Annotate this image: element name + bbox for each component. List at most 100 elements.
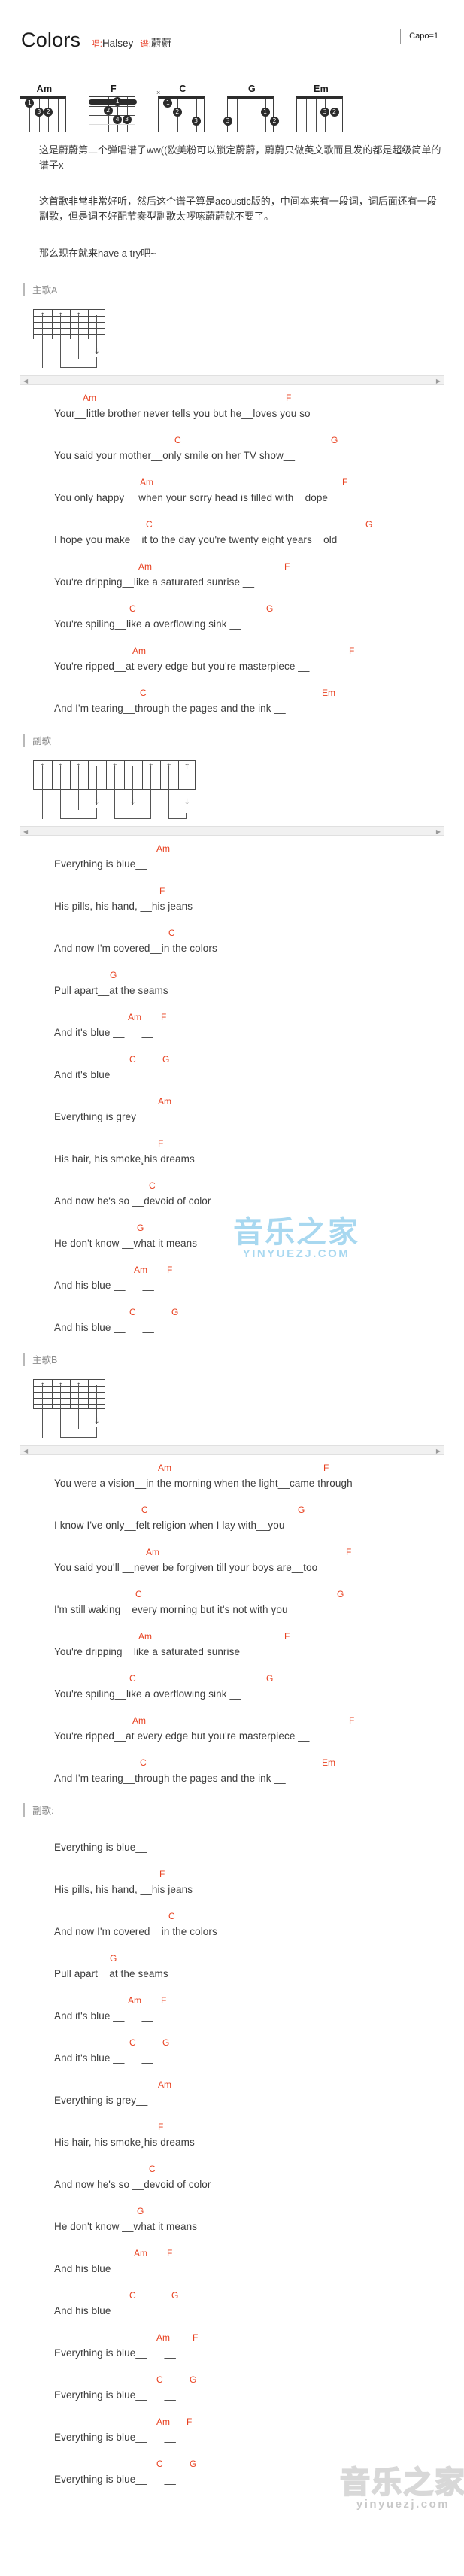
beat-group-bracket xyxy=(114,812,150,819)
upstroke-arrow-icon: ↑ xyxy=(39,1381,46,1390)
chord-symbol: Am xyxy=(158,1095,171,1107)
strumming-pattern-chorus: ↑↑↑↑↑↑↑↓↓↓ xyxy=(33,759,464,819)
lyric-text: Everything is blue__ __ xyxy=(54,2347,176,2359)
lyric-line: Am Everything is grey__ xyxy=(0,2078,464,2120)
chord-symbol: G xyxy=(365,518,373,530)
chord-row: Am F xyxy=(0,475,464,491)
chord-symbol: Am xyxy=(128,1011,141,1022)
lyric-text: You were a vision__in the morning when t… xyxy=(54,1477,353,1489)
finger-dot: 2 xyxy=(103,106,113,115)
lyric-block: Am F You were a vision__in the morning whe… xyxy=(0,1461,464,1798)
lyric-text: You're dripping__like a saturated sunris… xyxy=(54,1645,255,1657)
chord-symbol: G xyxy=(162,1053,170,1065)
section-accent-bar xyxy=(23,1352,25,1366)
chord-diagram-label: G xyxy=(247,84,256,94)
chord-symbol: C xyxy=(129,2037,136,2048)
horizontal-scrollbar[interactable]: ◀ ▶ xyxy=(20,1444,444,1455)
chord-row: Am F xyxy=(0,1545,464,1560)
singer-name: Halsey xyxy=(102,38,134,49)
chord-symbol: C xyxy=(129,603,136,614)
section-label-text: 副歌 xyxy=(32,736,52,747)
chord-symbol: C xyxy=(141,1504,148,1515)
beat-tick xyxy=(42,1426,43,1438)
chord-row: CG xyxy=(0,1305,464,1320)
lyric-line: C And now I'm covered__in the colors xyxy=(0,1909,464,1952)
chord-diagram-label: C xyxy=(179,84,187,94)
chord-symbol: Am xyxy=(83,392,96,403)
scroll-left-icon[interactable]: ◀ xyxy=(23,828,28,836)
section-label-text: 主歌A xyxy=(32,285,58,296)
chord-row: C xyxy=(0,1179,464,1194)
finger-dot: 2 xyxy=(44,108,53,117)
description-block: 这是蔚蔚第二个弹唱谱子ww((欧美粉可以锁定蔚蔚，蔚蔚只做英文歌而且发的都是超级… xyxy=(0,132,464,261)
scroll-left-icon[interactable]: ◀ xyxy=(23,1447,28,1455)
finger-dot: 3 xyxy=(320,108,330,117)
lyric-line: C G And it's blue __ __ xyxy=(0,2036,464,2078)
chord-symbol: G xyxy=(331,434,338,445)
chord-symbol: F xyxy=(159,885,165,896)
chord-symbol: C xyxy=(156,2374,163,2385)
chord-symbol: G xyxy=(298,1504,305,1515)
chord-symbol: G xyxy=(137,2205,144,2216)
chord-symbol: C xyxy=(129,1672,136,1684)
horizontal-scrollbar[interactable]: ◀ ▶ xyxy=(20,375,444,385)
downstroke-arrow-icon: ↓ xyxy=(93,347,100,356)
arranger-label: 谱: xyxy=(140,40,151,49)
lyric-line: G Pull apart__at the seams xyxy=(0,968,464,1010)
chord-grid-wrap: 1243 xyxy=(89,96,138,132)
chord-row: C xyxy=(0,2162,464,2177)
fretboard-grid: 132 xyxy=(20,96,66,132)
lyric-text: And it's blue __ __ xyxy=(54,2009,153,2022)
upstroke-arrow-icon: ↑ xyxy=(165,762,172,771)
chord-diagram-c: C × 1 2 3 xyxy=(156,84,208,132)
chord-symbol: C xyxy=(129,2289,136,2301)
lyric-line: C And now I'm covered__in the colors xyxy=(0,926,464,968)
chord-symbol: Am xyxy=(132,645,146,656)
sections-container: 主歌A ↑ ↑ ↑ ↓ ◀ ▶ Am F Your__little brother never t… xyxy=(0,282,464,2499)
chord-symbol: G xyxy=(171,1306,179,1317)
chord-row: CG xyxy=(0,1587,464,1602)
chord-symbol: F xyxy=(161,1011,167,1022)
lyric-text: Everything is grey__ xyxy=(54,1110,148,1122)
lyric-text: Everything is blue__ __ xyxy=(54,2431,176,2443)
lyric-text: His pills, his hand, __his jeans xyxy=(54,900,193,912)
horizontal-scrollbar[interactable]: ◀ ▶ xyxy=(20,825,444,836)
lyric-text: And now I'm covered__in the colors xyxy=(54,1925,217,1937)
fretboard-grid: 1243 xyxy=(89,96,137,132)
chord-symbol: G xyxy=(190,2458,197,2469)
chord-symbol: C xyxy=(146,518,153,530)
chord-row: G xyxy=(0,1952,464,1967)
finger-dot: 3 xyxy=(223,117,232,126)
lyric-block: Am Everything is blue__ F His pills, his ha… xyxy=(0,842,464,1347)
lyric-line: C G Everything is blue__ __ xyxy=(0,2457,464,2499)
scroll-left-icon[interactable]: ◀ xyxy=(23,377,28,385)
lyric-text: I hope you make__it to the day you're tw… xyxy=(54,533,338,545)
lyric-text: Everything is blue__ __ xyxy=(54,2473,176,2485)
lyric-text: And now he's so __devoid of color xyxy=(54,2178,211,2190)
credit-line: 唱:Halsey 谱:蔚蔚 xyxy=(91,35,171,50)
chord-row: Am F xyxy=(0,2246,464,2262)
lyric-line: Am F You're ripped__at every edge but you'… xyxy=(0,1714,464,1756)
mute-string-icon: × xyxy=(156,89,161,96)
lyric-text: Pull apart__at the seams xyxy=(54,1967,168,1979)
lyric-line: Am F Everything is blue__ __ xyxy=(0,2415,464,2457)
chord-diagram-em: Em 3 2 xyxy=(296,84,346,132)
lyric-text: Pull apart__at the seams xyxy=(54,984,168,996)
scroll-right-icon[interactable]: ▶ xyxy=(436,828,441,836)
finger-dot: 2 xyxy=(329,108,339,117)
lyric-text: I know I've only__felt religion when I l… xyxy=(54,1519,285,1531)
description-paragraph: 那么现在就来have a try吧~ xyxy=(39,247,156,259)
upstroke-arrow-icon: ↑ xyxy=(75,311,82,320)
downstroke-arrow-icon: ↓ xyxy=(183,797,190,807)
lyric-line: Everything is blue__ xyxy=(0,1825,464,1867)
chord-row: Am F xyxy=(0,2415,464,2430)
scroll-right-icon[interactable]: ▶ xyxy=(436,377,441,385)
chord-row: Am F xyxy=(0,391,464,406)
chord-symbol: C xyxy=(156,2458,163,2469)
finger-dot: 2 xyxy=(270,117,279,126)
page-title: Colors xyxy=(21,29,81,51)
chord-row: C xyxy=(0,926,464,941)
scroll-right-icon[interactable]: ▶ xyxy=(436,1447,441,1455)
upstroke-arrow-icon: ↑ xyxy=(57,762,64,771)
chord-row: CG xyxy=(0,2457,464,2472)
